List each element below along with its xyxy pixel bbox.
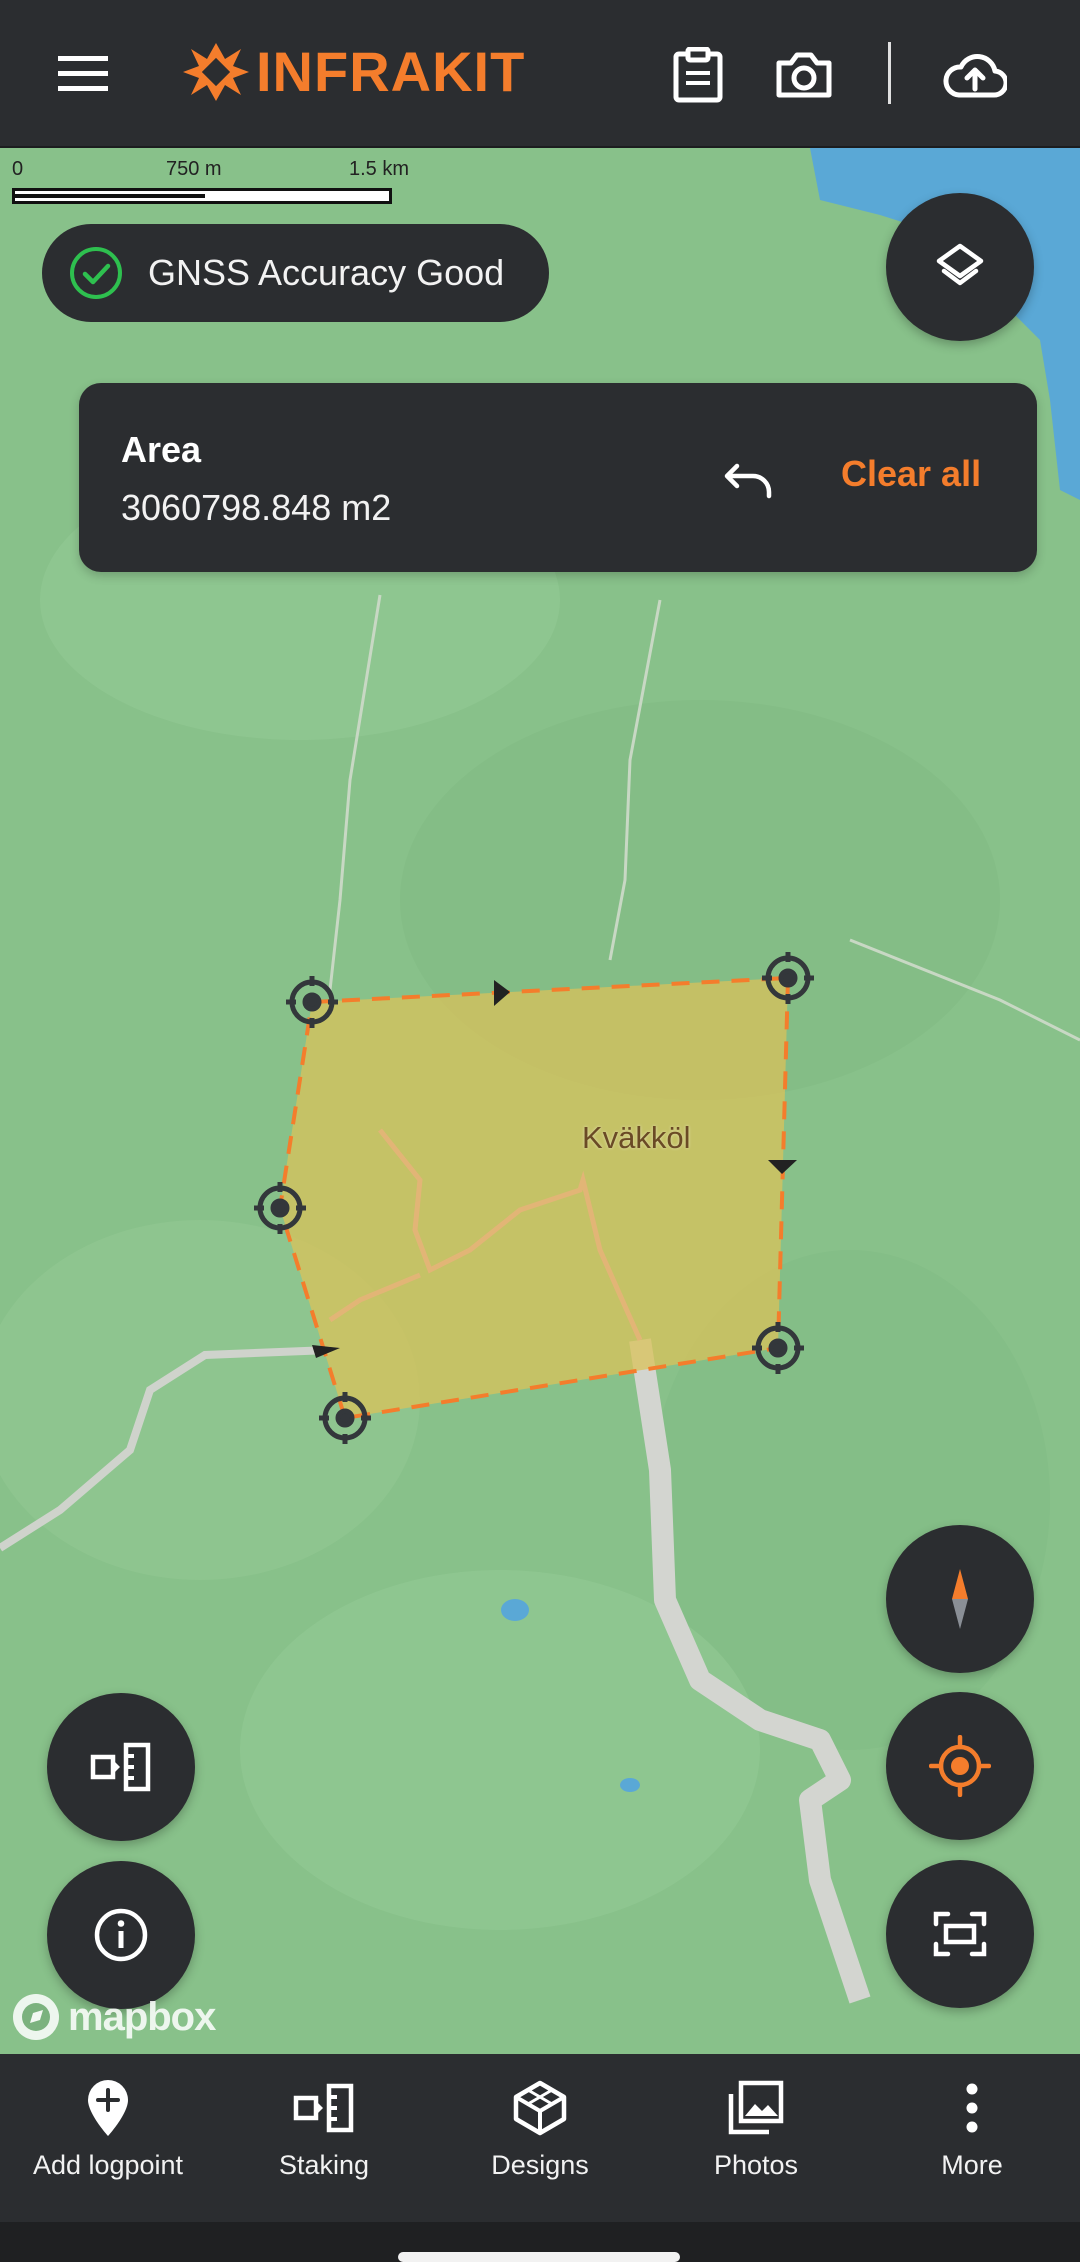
compass-icon [945,1567,975,1631]
undo-icon[interactable] [712,443,786,517]
app-logo-text: INFRAKIT [256,40,526,103]
nav-label-photos: Photos [713,2150,799,2180]
nav-photos[interactable]: Photos [648,2054,864,2222]
mapbox-logo-icon [10,1991,62,2043]
nav-label-designs: Designs [491,2150,589,2180]
fit-screen-icon [932,1910,988,1958]
fit-extent-button[interactable] [886,1860,1034,2008]
toolbar-divider [888,42,891,104]
photos-gallery-icon [727,2076,785,2140]
hamburger-menu-icon[interactable] [50,44,116,104]
nav-label-more: More [941,2150,1003,2180]
scale-bar-graphic [12,188,392,204]
home-indicator[interactable] [398,2252,680,2262]
map-place-label: Kväkköl [582,1120,691,1155]
nav-designs[interactable]: Designs [432,2054,648,2222]
gnss-status-pill[interactable]: GNSS Accuracy Good [42,224,549,322]
area-title: Area [121,429,202,470]
infrakit-logo-icon [178,34,254,110]
my-location-button[interactable] [886,1692,1034,1840]
scale-label-zero: 0 [12,158,24,180]
scale-bar-segment [15,194,205,198]
nav-staking[interactable]: Staking [216,2054,432,2222]
scale-label-max: 1.5 km [349,158,410,180]
nav-label-add-logpoint: Add logpoint [32,2150,184,2180]
top-app-bar: INFRAKIT [0,0,1080,148]
area-measurement-panel: Area 3060798.848 m2 Clear all [79,383,1037,572]
bottom-navigation-bar: Add logpoint Staking Designs Photos More [0,2054,1080,2222]
clipboard-icon[interactable] [666,40,730,110]
mapbox-logo[interactable]: mapbox [10,1990,216,2044]
layers-button[interactable] [886,193,1034,341]
add-location-pin-icon [85,2076,131,2140]
designs-cube-icon [511,2076,569,2140]
nav-label-staking: Staking [278,2150,370,2180]
layers-icon [933,240,987,294]
staking-icon [90,1742,152,1792]
nav-add-logpoint[interactable]: Add logpoint [0,2054,216,2222]
mapbox-attribution-text: mapbox [68,1994,216,2039]
map-scale-bar: 0 750 m 1.5 km [10,158,410,218]
scale-label-mid: 750 m [166,158,222,180]
clear-all-button[interactable]: Clear all [841,453,981,495]
locate-crosshair-icon [929,1735,991,1797]
info-icon [93,1907,149,1963]
staking-icon [293,2076,355,2140]
camera-icon[interactable] [768,40,840,110]
area-value: 3060798.848 m2 [121,487,392,528]
check-circle-icon [68,245,124,301]
info-button[interactable] [47,1861,195,2009]
compass-button[interactable] [886,1525,1034,1673]
nav-more[interactable]: More [864,2054,1080,2222]
staking-mode-button[interactable] [47,1693,195,1841]
cloud-upload-icon[interactable] [938,40,1012,110]
measured-area-polygon [277,975,791,1421]
gnss-status-text: GNSS Accuracy Good [148,252,505,293]
more-vertical-icon [964,2076,980,2140]
